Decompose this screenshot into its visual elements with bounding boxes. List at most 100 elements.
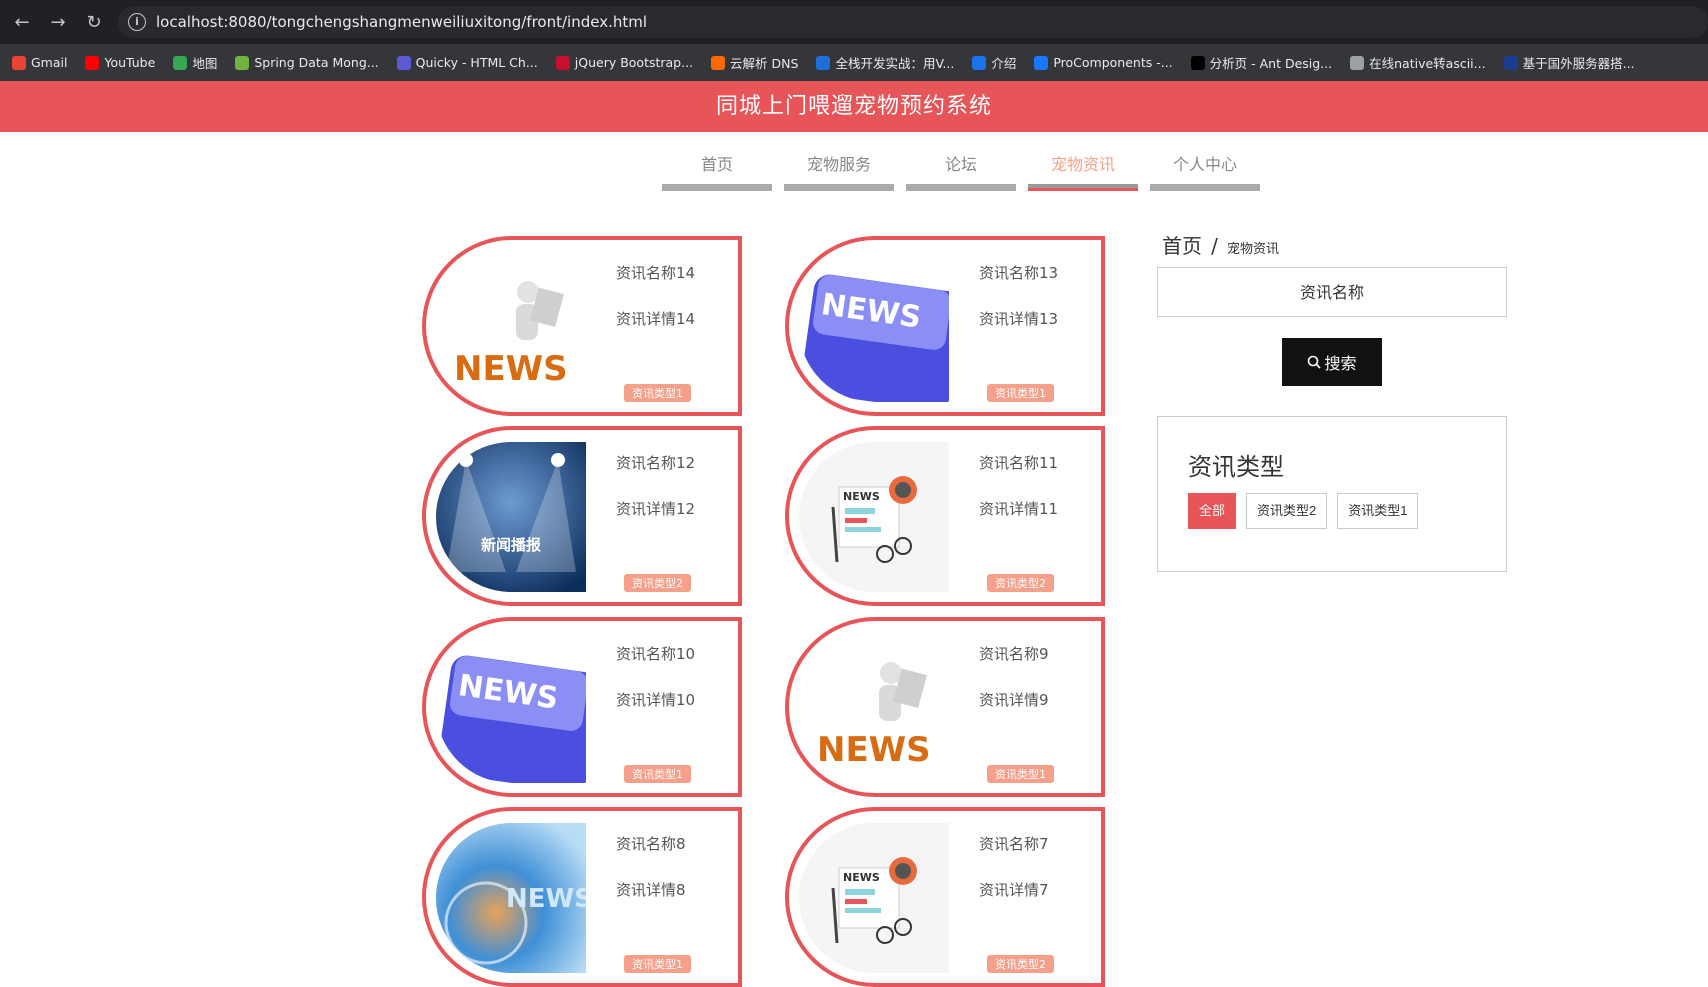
bookmark-item[interactable]: 基于国外服务器搭... — [1503, 53, 1635, 72]
type-filter-title: 资讯类型 — [1188, 453, 1284, 481]
type-filter-panel: 资讯类型 全部 资讯类型2 资讯类型1 — [1157, 416, 1507, 572]
nav-item[interactable]: 宠物服务 — [784, 150, 894, 191]
news-card[interactable]: NEWS 资讯名称8 资讯详情8 资讯类型1 — [422, 807, 742, 987]
type-filter-button[interactable]: 资讯类型2 — [1246, 493, 1328, 529]
type-filter-button[interactable]: 资讯类型1 — [1337, 493, 1419, 529]
news-card-image: NEWS — [436, 252, 586, 402]
news-card-name[interactable]: 资讯名称10 — [616, 643, 695, 664]
news-card-detail: 资讯详情7 — [979, 881, 1049, 899]
main-nav: 首页 宠物服务 论坛 宠物资讯 个人中心 — [662, 150, 1272, 191]
nav-item-label: 首页 — [700, 155, 733, 174]
bookmark-label: 全栈开发实战：用V... — [835, 56, 955, 71]
news-card-image: NEWS — [799, 442, 949, 592]
quicky-icon — [396, 55, 411, 70]
site-info-icon[interactable]: i — [128, 13, 146, 31]
nav-item[interactable]: 论坛 — [906, 150, 1016, 191]
news-card-name[interactable]: 资讯名称7 — [979, 833, 1049, 854]
bookmark-item[interactable]: Gmail — [12, 55, 67, 70]
bookmark-label: 基于国外服务器搭... — [1522, 56, 1635, 71]
bookmark-label: jQuery Bootstrap... — [574, 55, 694, 70]
breadcrumb-separator: / — [1211, 234, 1218, 258]
bookmark-item[interactable]: Spring Data Mong... — [235, 55, 379, 70]
bookmark-label: Quicky - HTML Ch... — [415, 55, 538, 70]
forward-arrow-icon[interactable]: → — [46, 11, 70, 35]
news-card-detail: 资讯详情8 — [616, 881, 686, 899]
bookmark-label: ProComponents -... — [1053, 55, 1173, 70]
m-icon — [816, 55, 831, 70]
bookmark-item[interactable]: 分析页 - Ant Desig... — [1190, 53, 1333, 72]
bookmark-item[interactable]: Quicky - HTML Ch... — [396, 55, 538, 70]
news-card[interactable]: NEWS 资讯名称11 资讯详情11 资讯类型2 — [785, 426, 1105, 606]
news-key-illustration: NEWS — [436, 633, 586, 783]
news-card[interactable]: NEWS 资讯名称10 资讯详情10 资讯类型1 — [422, 617, 742, 797]
news-card-type-badge: 资讯类型1 — [987, 384, 1054, 402]
bookmark-label: Gmail — [31, 55, 68, 70]
bookmarks-bar: Gmail YouTube 地图 Spring Data Mong... Quicky … — [0, 44, 1708, 81]
illustration-text: NEWS — [843, 490, 880, 503]
news-card-name[interactable]: 资讯名称13 — [979, 262, 1058, 283]
bookmark-item[interactable]: YouTube — [85, 55, 155, 70]
bookmark-item[interactable]: 介绍 — [972, 53, 1016, 72]
news-man-reading-illustration: NEWS — [799, 633, 949, 783]
news-key-illustration: NEWS — [799, 252, 949, 402]
youtube-icon — [85, 55, 100, 70]
breadcrumb-home[interactable]: 首页 — [1162, 234, 1202, 258]
nav-item-label: 个人中心 — [1172, 155, 1237, 174]
news-card-name[interactable]: 资讯名称9 — [979, 643, 1049, 664]
bookmark-label: Spring Data Mong... — [254, 55, 379, 70]
news-card-detail: 资讯详情13 — [979, 310, 1059, 328]
flag-icon — [1503, 55, 1518, 70]
breadcrumb: 首页 / 宠物资讯 — [1162, 230, 1279, 259]
breadcrumb-current: 宠物资讯 — [1226, 242, 1279, 257]
svg-text:NEWS: NEWS — [817, 730, 931, 770]
news-card[interactable]: NEWS 资讯名称13 资讯详情13 资讯类型1 — [785, 236, 1105, 416]
nav-item-underline — [1028, 184, 1138, 191]
news-card-name[interactable]: 资讯名称12 — [616, 452, 695, 473]
bookmark-item[interactable]: jQuery Bootstrap... — [555, 55, 694, 70]
news-card-type-badge: 资讯类型1 — [624, 384, 691, 402]
nav-item-label: 宠物资讯 — [1050, 155, 1115, 174]
bookmark-label: 地图 — [192, 56, 218, 71]
news-card-image: NEWS — [799, 252, 949, 402]
news-card[interactable]: NEWS 资讯名称7 资讯详情7 资讯类型2 — [785, 807, 1105, 987]
news-card[interactable]: NEWS 资讯名称14 资讯详情14 资讯类型1 — [422, 236, 742, 416]
nav-item-underline — [906, 184, 1016, 191]
bookmark-item[interactable]: 云解析 DNS — [711, 53, 798, 72]
search-input[interactable] — [1157, 267, 1507, 317]
url-text[interactable]: localhost:8080/tongchengshangmenweiliuxi… — [156, 13, 647, 31]
news-card-name[interactable]: 资讯名称11 — [979, 452, 1058, 473]
news-card-name[interactable]: 资讯名称8 — [616, 833, 686, 854]
bookmark-item[interactable]: ProComponents -... — [1034, 55, 1173, 70]
nav-item[interactable]: 个人中心 — [1150, 150, 1260, 191]
nav-item[interactable]: 宠物资讯 — [1028, 150, 1138, 191]
nav-item-underline — [784, 184, 894, 191]
news-card[interactable]: NEWS 资讯名称9 资讯详情9 资讯类型1 — [785, 617, 1105, 797]
address-bar[interactable]: i localhost:8080/tongchengshangmenweiliu… — [118, 6, 1708, 38]
news-card-detail: 资讯详情14 — [616, 310, 696, 328]
bookmark-item[interactable]: 地图 — [173, 53, 217, 72]
search-button[interactable]: 搜索 — [1282, 338, 1382, 386]
news-card-image: NEWS — [436, 823, 586, 973]
news-card-detail: 资讯详情11 — [979, 500, 1059, 518]
bookmark-label: 云解析 DNS — [730, 56, 799, 71]
bookmark-label: 在线native转ascii... — [1369, 56, 1486, 71]
bookmark-item[interactable]: 在线native转ascii... — [1350, 53, 1486, 72]
type-filter-button[interactable]: 全部 — [1188, 493, 1237, 529]
back-arrow-icon[interactable]: ← — [10, 11, 34, 35]
pro-icon — [1190, 55, 1205, 70]
news-card-name[interactable]: 资讯名称14 — [616, 262, 695, 283]
news-card-image: NEWS — [436, 633, 586, 783]
news-card-image: 新闻播报 — [436, 442, 586, 592]
bookmark-label: YouTube — [104, 55, 156, 70]
bookmark-item[interactable]: 全栈开发实战：用V... — [816, 53, 954, 72]
news-globe-illustration: NEWS — [436, 823, 586, 973]
bookmark-label: 分析页 - Ant Desig... — [1209, 56, 1333, 71]
globe-icon — [972, 55, 987, 70]
news-card-type-badge: 资讯类型1 — [624, 765, 691, 783]
reload-icon[interactable]: ↻ — [82, 11, 106, 35]
news-card[interactable]: 新闻播报 资讯名称12 资讯详情12 资讯类型2 — [422, 426, 742, 606]
gmail-icon — [12, 55, 26, 70]
site-title: 同城上门喂遛宠物预约系统 — [715, 94, 992, 119]
maps-icon — [173, 55, 188, 70]
nav-item[interactable]: 首页 — [662, 150, 772, 191]
